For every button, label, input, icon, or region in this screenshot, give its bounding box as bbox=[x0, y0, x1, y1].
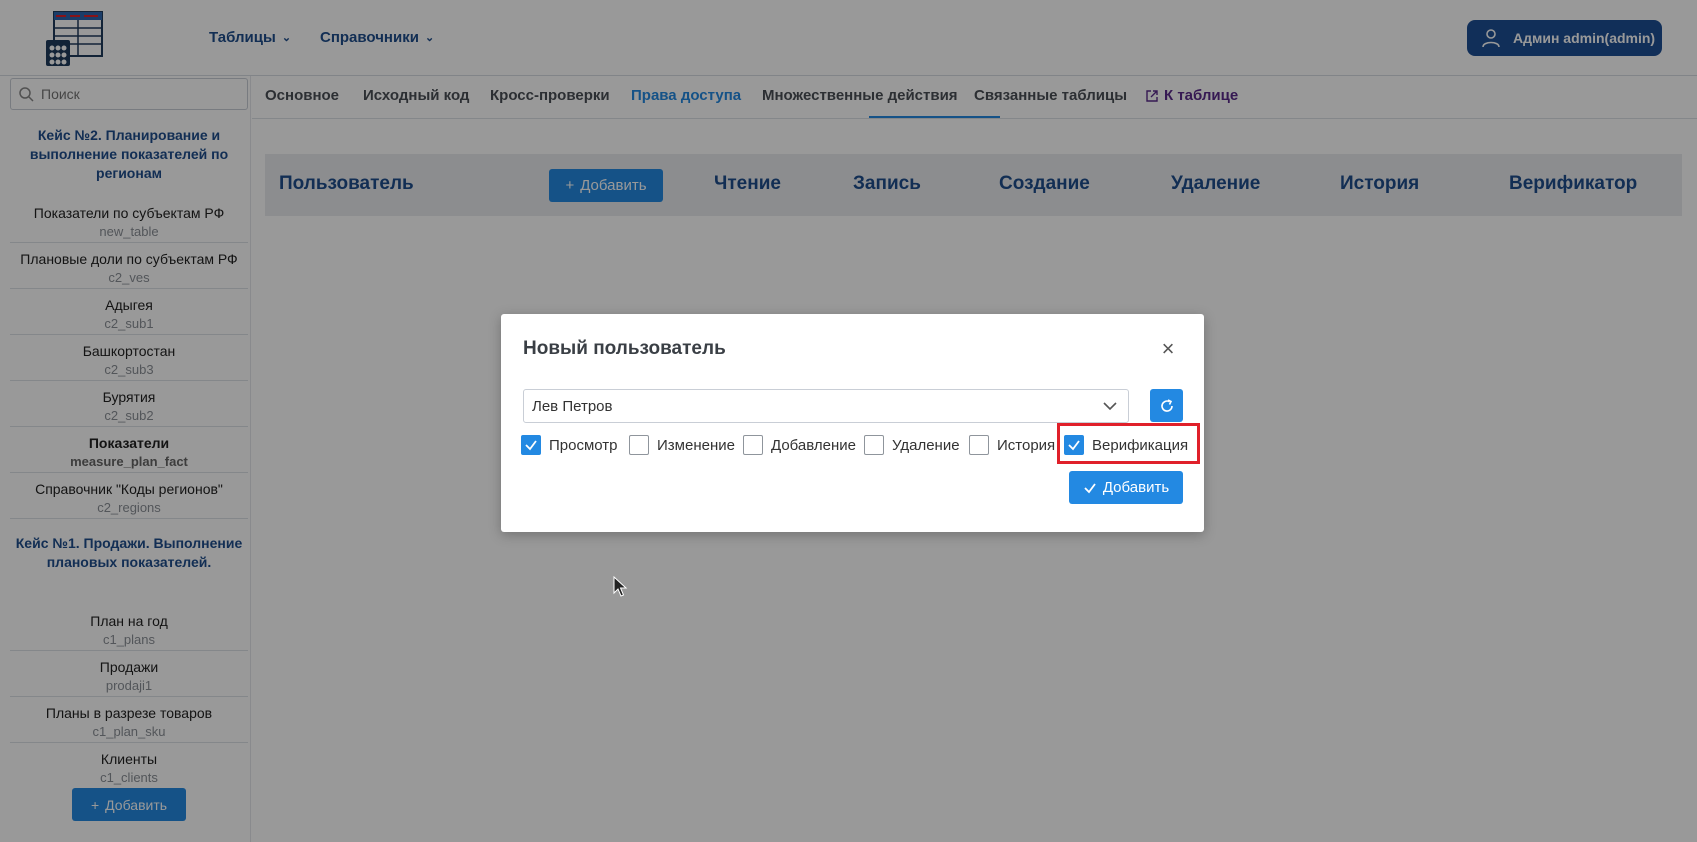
checkbox-checked-icon[interactable] bbox=[521, 435, 541, 455]
checkbox-unchecked-icon[interactable] bbox=[629, 435, 649, 455]
mouse-cursor-icon bbox=[613, 576, 628, 597]
close-icon[interactable]: × bbox=[1157, 338, 1179, 360]
user-select[interactable]: Лев Петров bbox=[523, 389, 1129, 423]
checkbox-label: Добавление bbox=[771, 436, 856, 454]
highlight-box bbox=[1057, 423, 1200, 464]
user-select-value: Лев Петров bbox=[532, 397, 613, 415]
dialog-add-button[interactable]: Добавить bbox=[1069, 471, 1183, 504]
chevron-down-icon bbox=[1103, 402, 1117, 411]
dialog-title: Новый пользователь bbox=[523, 338, 726, 359]
checkbox-history[interactable]: История bbox=[969, 435, 1055, 455]
new-user-dialog: Новый пользователь × Лев Петров Просмотр… bbox=[501, 314, 1204, 532]
checkbox-view[interactable]: Просмотр bbox=[521, 435, 618, 455]
checkbox-unchecked-icon[interactable] bbox=[864, 435, 884, 455]
checkbox-add[interactable]: Добавление bbox=[743, 435, 856, 455]
checkbox-label: История bbox=[997, 436, 1056, 454]
checkbox-label: Просмотр bbox=[549, 436, 618, 454]
checkbox-edit[interactable]: Изменение bbox=[629, 435, 735, 455]
refresh-icon bbox=[1160, 398, 1173, 412]
refresh-button[interactable] bbox=[1150, 389, 1183, 422]
check-icon bbox=[1084, 482, 1096, 493]
checkbox-label: Удаление bbox=[892, 436, 960, 454]
dialog-add-label: Добавить bbox=[1102, 479, 1170, 496]
checkbox-unchecked-icon[interactable] bbox=[743, 435, 763, 455]
checkbox-label: Изменение bbox=[657, 436, 735, 454]
checkbox-delete[interactable]: Удаление bbox=[864, 435, 960, 455]
checkbox-unchecked-icon[interactable] bbox=[969, 435, 989, 455]
